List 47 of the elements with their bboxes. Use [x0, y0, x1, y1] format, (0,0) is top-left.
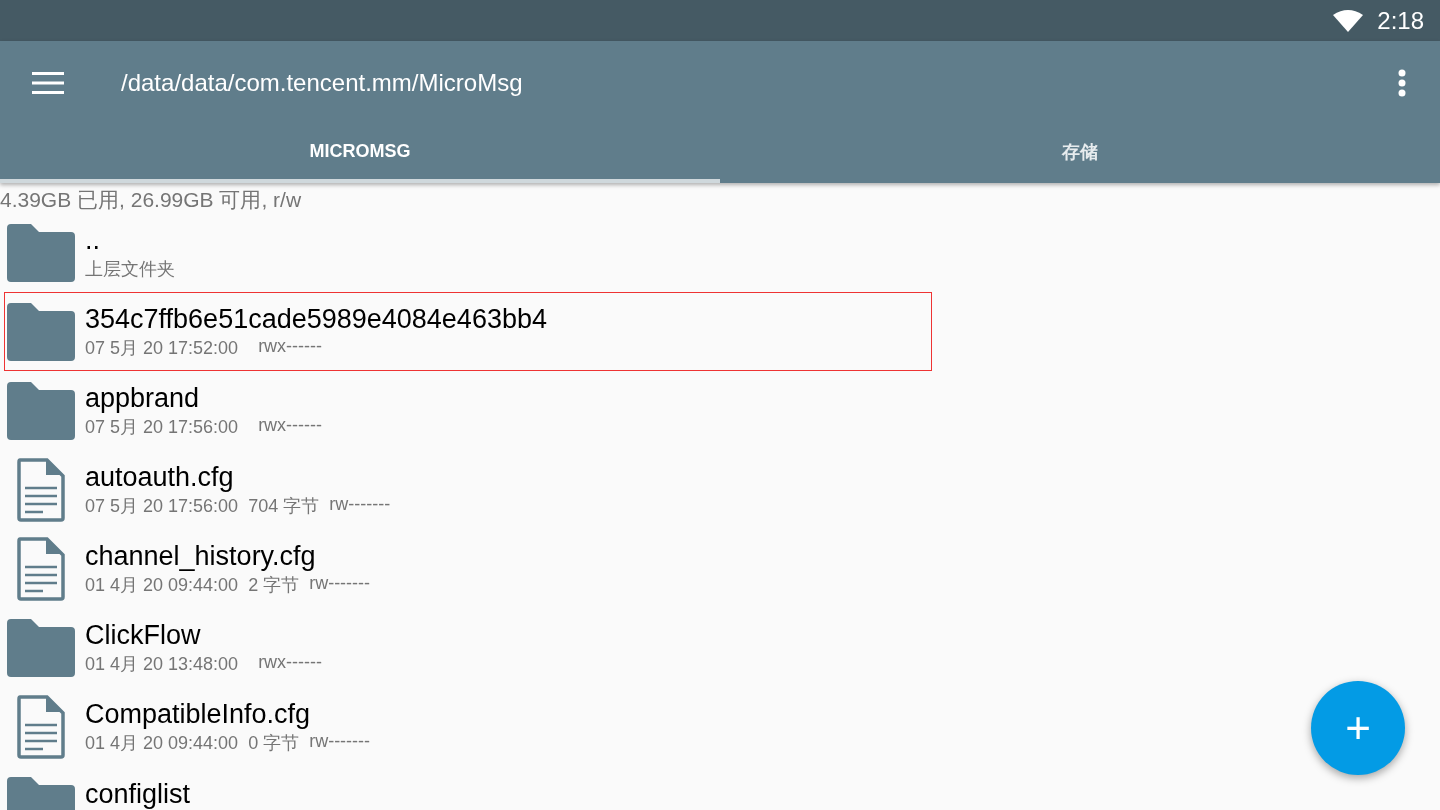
file-name: channel_history.cfg [85, 540, 317, 571]
file-name: CompatibleInfo.cfg [85, 698, 312, 729]
file-list-item[interactable]: autoauth.cfg 07 5月 20 17:56:00 704 字节 rw------- [4, 450, 932, 529]
file-list-item[interactable]: configlist [4, 766, 932, 810]
document-icon [17, 536, 65, 601]
file-date: 07 5月 20 17:52:00 [85, 336, 239, 360]
file-list-item[interactable]: ClickFlow 01 4月 20 13:48:00 rwx------ [4, 608, 932, 687]
file-date: 01 4月 20 13:48:00 [85, 652, 239, 676]
tab[interactable]: 存储 [720, 124, 1440, 183]
document-icon [17, 457, 65, 522]
file-name: appbrand [85, 382, 201, 413]
file-list-item[interactable]: channel_history.cfg 01 4月 20 09:44:00 2 字节 rw------- [4, 529, 932, 608]
file-list-item[interactable]: 354c7ffb6e51cade5989e4084e463bb4 07 5月 20 17:52:00 rwx------ [4, 292, 932, 371]
document-icon [17, 694, 65, 759]
file-name: 354c7ffb6e51cade5989e4084e463bb4 [85, 303, 547, 334]
file-date: 01 4月 20 09:44:00 [85, 731, 239, 755]
tab[interactable]: MICROMSG [0, 124, 720, 183]
menu-icon [32, 71, 64, 94]
storage-info: 4.39GB 已用, 26.99GB 可用, r/w [0, 187, 303, 213]
file-name: ClickFlow [85, 619, 202, 650]
more-icon [1398, 68, 1406, 97]
path-title: /data/data/com.tencent.mm/MicroMsg [121, 68, 524, 97]
wifi-icon [1333, 9, 1364, 32]
file-list-item[interactable]: CompatibleInfo.cfg 01 4月 20 09:44:00 0 字节 rw------- [4, 687, 932, 766]
file-permissions: rwx------ [258, 414, 323, 437]
file-date: 07 5月 20 17:56:00 [85, 415, 239, 439]
file-size: 704 字节 [248, 494, 320, 518]
file-permissions: rw------- [309, 572, 371, 595]
file-permissions: rw------- [309, 730, 371, 753]
file-name: configlist [85, 779, 191, 809]
file-permissions: rwx------ [258, 651, 323, 674]
file-date: 01 4月 20 09:44:00 [85, 573, 239, 597]
folder-icon [7, 381, 75, 440]
file-subtitle: 上层文件夹 [85, 257, 175, 281]
file-size: 0 字节 [248, 731, 300, 755]
file-permissions: rw------- [329, 493, 391, 516]
folder-icon [7, 223, 75, 282]
file-permissions: rwx------ [258, 335, 323, 358]
folder-icon [7, 302, 75, 361]
file-list-item[interactable]: appbrand 07 5月 20 17:56:00 rwx------ [4, 371, 932, 450]
folder-icon [7, 618, 75, 677]
file-name: autoauth.cfg [85, 461, 235, 492]
clock-time: 2:18 [1377, 6, 1424, 35]
file-list-item[interactable]: .. 上层文件夹 [4, 213, 932, 292]
file-date: 07 5月 20 17:56:00 [85, 494, 239, 518]
file-size: 2 字节 [248, 573, 300, 597]
file-name: .. [85, 224, 101, 255]
